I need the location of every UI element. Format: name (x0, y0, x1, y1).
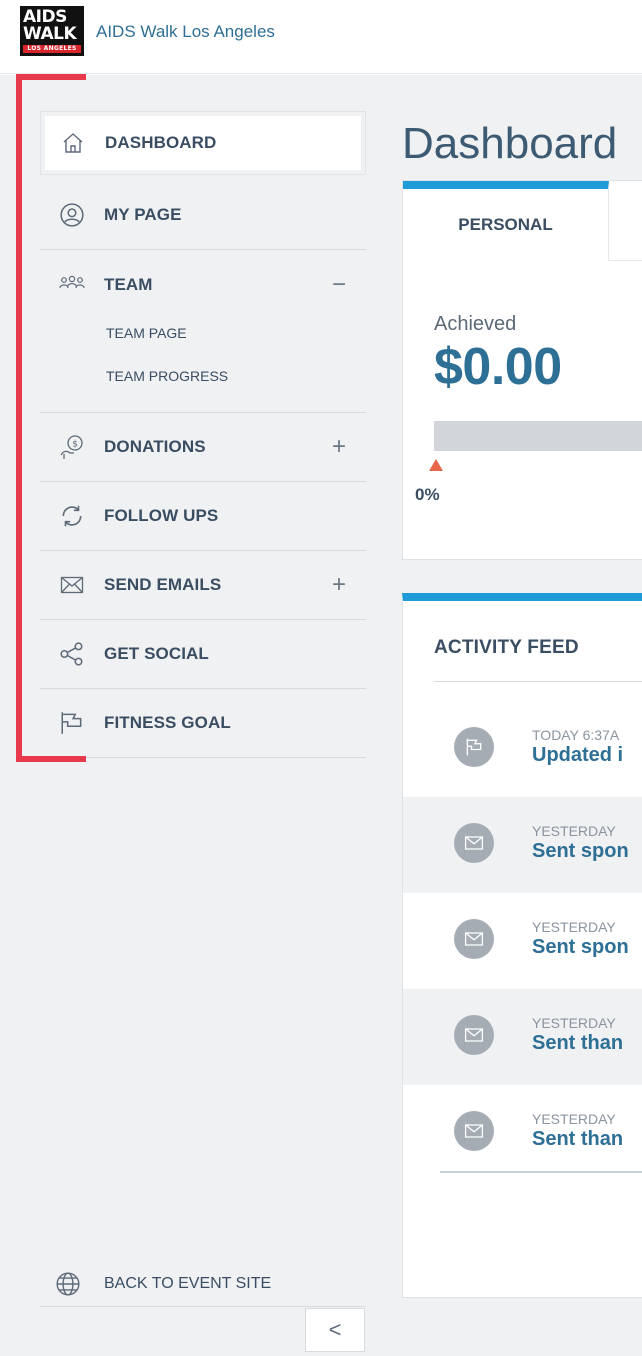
activity-text: Sent spon (532, 936, 629, 958)
top-header: AIDS WALK LOS ANGELES AIDS Walk Los Ange… (0, 0, 642, 74)
flag-icon (454, 727, 494, 767)
progress-bar (434, 421, 642, 451)
sidebar-item-label: DASHBOARD (105, 133, 217, 152)
envelope-icon (454, 823, 494, 863)
sidebar-item-donations[interactable]: $ DONATIONS + (40, 413, 366, 482)
activity-text: Sent than (532, 1128, 624, 1150)
activity-text: Updated i (532, 744, 624, 766)
logo-line-3: LOS ANGELES (23, 45, 81, 53)
activity-text: Sent than (532, 1032, 624, 1054)
sidebar-item-label: GET SOCIAL (104, 644, 209, 663)
activity-item[interactable]: TODAY 6:37A Updated i (403, 701, 642, 797)
aids-walk-logo[interactable]: AIDS WALK LOS ANGELES (20, 6, 84, 56)
sidebar-item-label: MY PAGE (104, 205, 182, 224)
sidebar-subitem-team-progress[interactable]: TEAM PROGRESS (40, 354, 366, 397)
envelope-icon (58, 571, 86, 599)
team-subnav: TEAM PAGE TEAM PROGRESS (40, 311, 366, 412)
globe-icon (54, 1270, 82, 1298)
home-icon (59, 129, 87, 157)
back-to-event-site-link[interactable]: BACK TO EVENT SITE (40, 1261, 366, 1307)
sidebar-group-team: TEAM − TEAM PAGE TEAM PROGRESS (40, 250, 366, 413)
back-link-label: BACK TO EVENT SITE (104, 1274, 272, 1292)
sidebar-item-fitness-goal[interactable]: FITNESS GOAL (40, 689, 366, 758)
activity-item[interactable]: YESTERDAY Sent than (403, 989, 642, 1085)
envelope-icon (454, 1111, 494, 1151)
expand-toggle[interactable]: + (332, 433, 346, 461)
activity-item[interactable]: YESTERDAY Sent than (403, 1085, 642, 1181)
activity-time: TODAY 6:37A (532, 727, 620, 743)
chevron-left-icon: < (328, 1317, 342, 1342)
team-icon (58, 271, 86, 299)
sidebar-item-team[interactable]: TEAM − (40, 250, 366, 319)
activity-item[interactable]: YESTERDAY Sent spon (403, 797, 642, 893)
user-circle-icon (58, 201, 86, 229)
sidebar-item-label: FOLLOW UPS (104, 506, 219, 525)
refresh-icon (58, 502, 86, 530)
main-content: Dashboard PERSONAL Achieved $0.00 0% ACT… (380, 75, 642, 1356)
sidebar-item-get-social[interactable]: GET SOCIAL (40, 620, 366, 689)
collapse-sidebar-button[interactable]: < (305, 1308, 365, 1352)
collapse-toggle[interactable]: − (332, 271, 346, 299)
sidebar-item-label: SEND EMAILS (104, 575, 222, 594)
svg-text:$: $ (72, 440, 78, 450)
achieved-amount: $0.00 (434, 338, 562, 396)
activity-feed-title: ACTIVITY FEED (434, 637, 579, 658)
sidebar-item-dashboard[interactable]: DASHBOARD (40, 111, 366, 175)
activity-time: YESTERDAY (532, 919, 616, 935)
progress-card: PERSONAL Achieved $0.00 0% (402, 180, 642, 560)
activity-time: YESTERDAY (532, 823, 616, 839)
page-title: Dashboard (402, 119, 618, 168)
activity-time: YESTERDAY (532, 1015, 616, 1031)
brand-name[interactable]: AIDS Walk Los Angeles (96, 22, 275, 42)
sidebar-item-label: TEAM (104, 274, 153, 294)
activity-feed-card: ACTIVITY FEED TODAY 6:37A Updated i YEST… (402, 593, 642, 1298)
donation-icon: $ (58, 433, 86, 461)
flag-icon (58, 709, 86, 737)
achieved-label: Achieved (434, 313, 517, 335)
envelope-icon (454, 1015, 494, 1055)
activity-feed-list: TODAY 6:37A Updated i YESTERDAY Sent spo… (403, 701, 642, 1181)
share-icon (58, 640, 86, 668)
sidebar-nav: DASHBOARD MY PAGE TEAM − TEAM PAGE TEAM … (40, 111, 366, 758)
sidebar: DASHBOARD MY PAGE TEAM − TEAM PAGE TEAM … (0, 75, 380, 1356)
divider (440, 1171, 642, 1173)
sidebar-item-my-page[interactable]: MY PAGE (40, 181, 366, 250)
sidebar-item-send-emails[interactable]: SEND EMAILS + (40, 551, 366, 620)
progress-percent: 0% (415, 485, 440, 504)
progress-marker-icon (429, 459, 443, 471)
activity-text: Sent spon (532, 840, 629, 862)
envelope-icon (454, 919, 494, 959)
divider (434, 681, 642, 682)
sidebar-item-label: DONATIONS (104, 437, 206, 456)
activity-item[interactable]: YESTERDAY Sent spon (403, 893, 642, 989)
expand-toggle[interactable]: + (332, 571, 346, 599)
activity-time: YESTERDAY (532, 1111, 616, 1127)
tab-personal[interactable]: PERSONAL (403, 181, 609, 261)
sidebar-item-label: FITNESS GOAL (104, 713, 231, 732)
tab-bar: PERSONAL (403, 181, 642, 261)
sidebar-item-follow-ups[interactable]: FOLLOW UPS (40, 482, 366, 551)
logo-line-2: WALK (23, 24, 77, 44)
